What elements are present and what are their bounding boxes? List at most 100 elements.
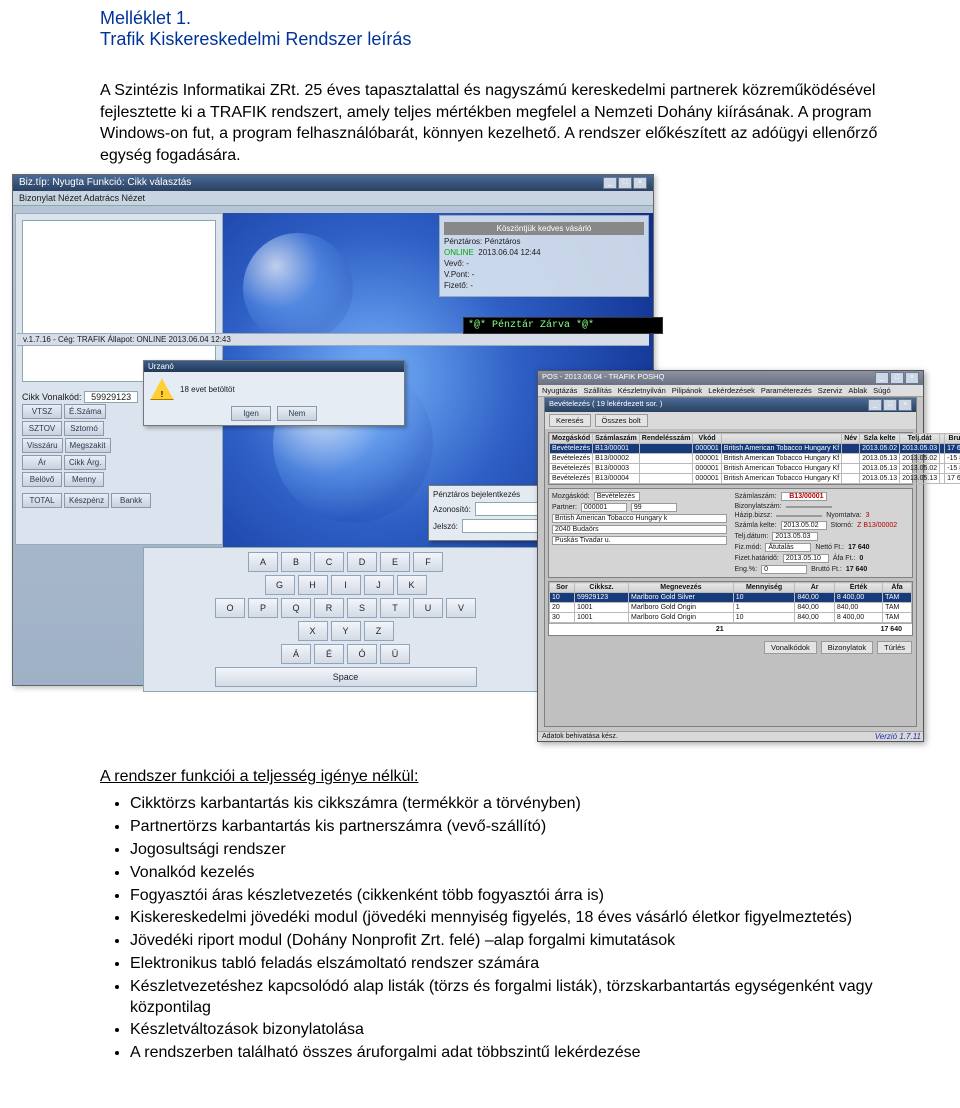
- mozg-val: Bevételezés: [594, 492, 640, 501]
- key-f[interactable]: F: [413, 552, 443, 572]
- bo-window-controls[interactable]: _□×: [875, 372, 919, 384]
- table-row[interactable]: BevételezésB13/00003000001British Americ…: [550, 464, 960, 474]
- pos-button[interactable]: Ár: [22, 455, 62, 470]
- key-p[interactable]: P: [248, 598, 278, 618]
- key-s[interactable]: S: [347, 598, 377, 618]
- warn-no-button[interactable]: Nem: [277, 406, 317, 421]
- key-x[interactable]: X: [298, 621, 328, 641]
- col-header[interactable]: Vkód: [693, 434, 721, 444]
- payer-line: Fizető: -: [444, 281, 644, 290]
- col-header[interactable]: Telj.dát: [900, 434, 940, 444]
- col-header[interactable]: Áfa: [883, 583, 912, 593]
- table-row[interactable]: 1059929123Marlboro Gold Silver10840,008 …: [550, 593, 912, 603]
- pos-button[interactable]: Sztornó: [64, 421, 104, 436]
- key-v[interactable]: V: [446, 598, 476, 618]
- col-header[interactable]: Érték: [834, 583, 882, 593]
- pos-button[interactable]: Visszáru: [22, 438, 63, 453]
- key-u[interactable]: U: [413, 598, 443, 618]
- table-row[interactable]: 201001Marlboro Gold Origin1840,00840,00T…: [550, 603, 912, 613]
- warn-yes-button[interactable]: Igen: [231, 406, 271, 421]
- partner-sub[interactable]: 99: [631, 503, 677, 512]
- col-header[interactable]: Mennyiség: [733, 583, 795, 593]
- pos-button[interactable]: Megszakit: [65, 438, 111, 453]
- key-ü[interactable]: Ü: [380, 644, 410, 664]
- key-d[interactable]: D: [347, 552, 377, 572]
- key-y[interactable]: Y: [331, 621, 361, 641]
- pos-view-tabs[interactable]: Bizonylat Nézet Adatrács Nézet: [13, 191, 653, 206]
- onscreen-keyboard: ABCDEF GHIJK OPQRSTUV XYZ ÁÉÓÜ Space: [143, 547, 548, 692]
- fiz-val[interactable]: Átutalás: [765, 543, 811, 552]
- telj-val[interactable]: 2013.05.03: [772, 532, 818, 541]
- key-i[interactable]: I: [331, 575, 361, 595]
- receipt-listbox[interactable]: [22, 220, 216, 382]
- hbiz-val[interactable]: [776, 515, 822, 517]
- key-ó[interactable]: Ó: [347, 644, 377, 664]
- toolbar-button[interactable]: Túrlés: [877, 641, 912, 654]
- pos-button[interactable]: SZTOV: [22, 421, 62, 436]
- key-b[interactable]: B: [281, 552, 311, 572]
- pos-button[interactable]: Készpénz: [64, 493, 109, 508]
- key-z[interactable]: Z: [364, 621, 394, 641]
- eng-val[interactable]: 0: [761, 565, 807, 574]
- barcode-value[interactable]: 59929123: [84, 391, 138, 403]
- pos-button[interactable]: Belövő: [22, 472, 62, 487]
- partner-val[interactable]: 000001: [581, 503, 627, 512]
- key-q[interactable]: Q: [281, 598, 311, 618]
- pos-button[interactable]: TOTAL: [22, 493, 62, 508]
- toolbar-button[interactable]: Összes bolt: [595, 414, 648, 427]
- col-header[interactable]: Szla kelte: [860, 434, 900, 444]
- key-á[interactable]: Á: [281, 644, 311, 664]
- col-header[interactable]: Bruttó: [945, 434, 960, 444]
- col-header[interactable]: Rendelésszám: [639, 434, 693, 444]
- pos-button[interactable]: Cikk Árg.: [64, 455, 106, 470]
- bizszam-val[interactable]: [786, 506, 832, 508]
- col-header[interactable]: Mozgáskód: [550, 434, 593, 444]
- key-k[interactable]: K: [397, 575, 427, 595]
- key-h[interactable]: H: [298, 575, 328, 595]
- table-row[interactable]: 301001Marlboro Gold Origin10840,008 400,…: [550, 613, 912, 623]
- key-space[interactable]: Space: [215, 667, 477, 687]
- toolbar-button[interactable]: Keresés: [549, 414, 591, 427]
- col-header[interactable]: Megnevezés: [629, 583, 734, 593]
- table-row[interactable]: BevételezésB13/00004000001British Americ…: [550, 474, 960, 484]
- table-row[interactable]: BevételezésB13/00002000001British Americ…: [550, 454, 960, 464]
- key-o[interactable]: O: [215, 598, 245, 618]
- key-j[interactable]: J: [364, 575, 394, 595]
- key-t[interactable]: T: [380, 598, 410, 618]
- col-header[interactable]: Cikksz.: [574, 583, 628, 593]
- toolbar-button[interactable]: Vonalkódok: [764, 641, 817, 654]
- menu-item[interactable]: Szállítás: [583, 386, 611, 395]
- key-a[interactable]: A: [248, 552, 278, 572]
- col-header[interactable]: Név: [842, 434, 860, 444]
- menu-item[interactable]: Paraméterezés: [761, 386, 812, 395]
- key-e[interactable]: E: [380, 552, 410, 572]
- key-é[interactable]: É: [314, 644, 344, 664]
- pos-button[interactable]: Bankk: [111, 493, 151, 508]
- menu-item[interactable]: Ablak: [848, 386, 867, 395]
- menu-item[interactable]: Készletnyilván: [618, 386, 666, 395]
- window-controls[interactable]: _□×: [603, 177, 647, 189]
- col-header[interactable]: [721, 434, 841, 444]
- pos-button[interactable]: É.Száma: [64, 404, 106, 419]
- pos-button[interactable]: Menny: [64, 472, 104, 487]
- bo-titlebar: POS - 2013.06.04 - TRAFIK POSHQ _□×: [538, 371, 923, 385]
- szk-val[interactable]: 2013.05.02: [781, 521, 827, 530]
- key-g[interactable]: G: [265, 575, 295, 595]
- menu-item[interactable]: Nyugtázás: [542, 386, 577, 395]
- receipts-grid[interactable]: MozgáskódSzámlaszámRendelésszámVkód NévSz…: [548, 432, 913, 485]
- menu-item[interactable]: Lekérdezések: [708, 386, 755, 395]
- col-header[interactable]: Ár: [795, 583, 835, 593]
- col-header[interactable]: Számlaszám: [593, 434, 640, 444]
- col-header[interactable]: Sor: [550, 583, 575, 593]
- key-c[interactable]: C: [314, 552, 344, 572]
- lines-grid[interactable]: SorCikksz.MegnevezésMennyiségÁrÉrtékÁfa1…: [548, 581, 913, 636]
- key-r[interactable]: R: [314, 598, 344, 618]
- menu-item[interactable]: Súgó: [873, 386, 891, 395]
- table-row[interactable]: BevételezésB13/00001000001British Americ…: [550, 444, 960, 454]
- menu-item[interactable]: Szerviz: [818, 386, 843, 395]
- hat-val[interactable]: 2013.05.10: [783, 554, 829, 563]
- toolbar-button[interactable]: Bizonylatok: [821, 641, 873, 654]
- inner-window-controls[interactable]: _□×: [868, 399, 912, 411]
- menu-item[interactable]: Pilipánok: [672, 386, 702, 395]
- pos-button[interactable]: VTSZ: [22, 404, 62, 419]
